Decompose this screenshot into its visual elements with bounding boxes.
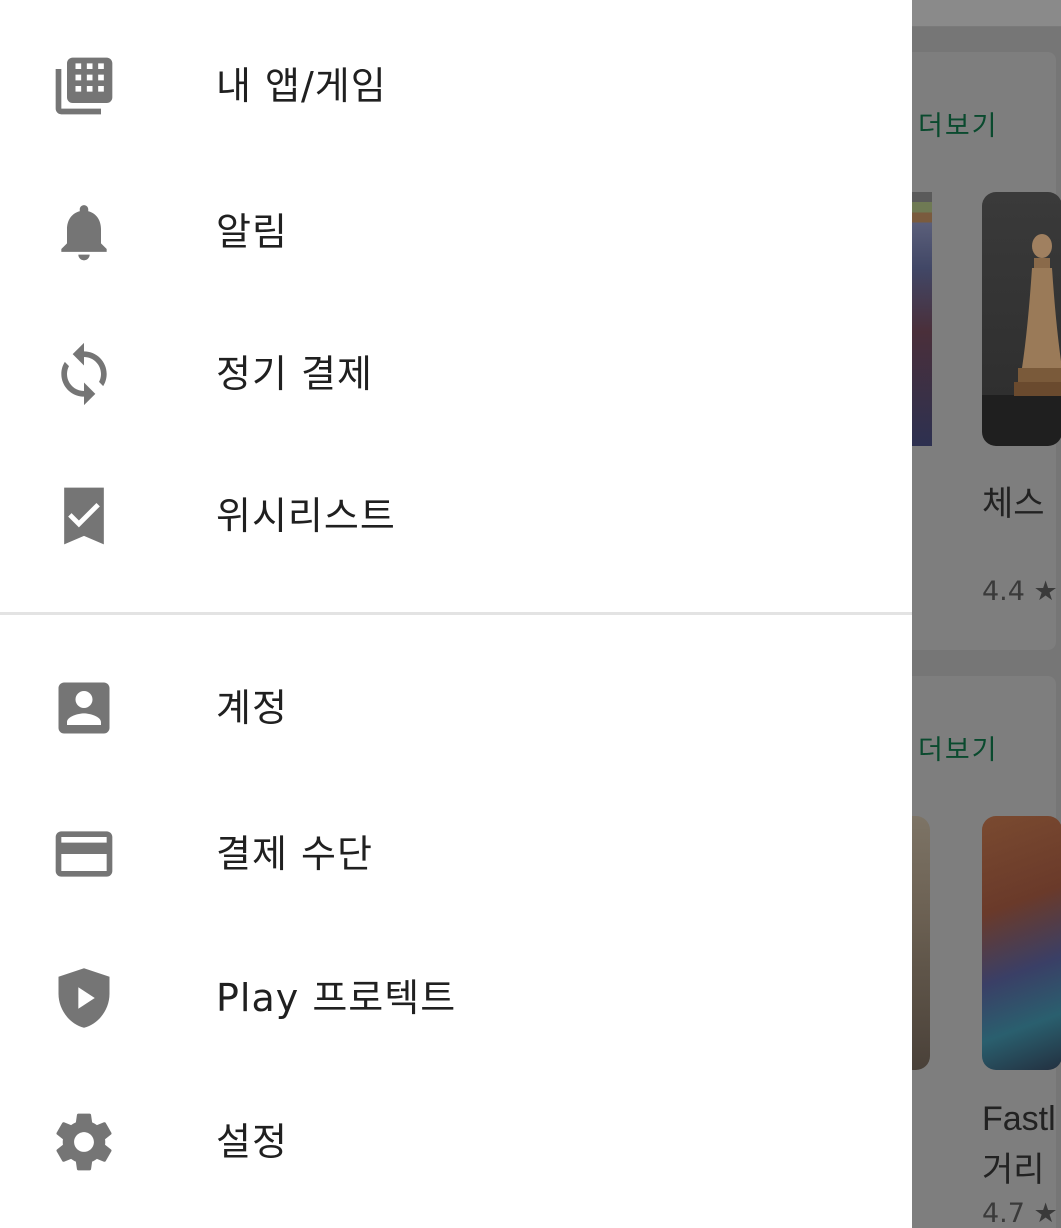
- bell-icon: [50, 198, 118, 266]
- credit-card-icon: [50, 820, 118, 888]
- menu-item-subscriptions[interactable]: 정기 결제: [0, 314, 912, 434]
- app-title-2[interactable]: Fastl: [982, 1100, 1056, 1139]
- app-rating-1: 4.4 ★: [982, 576, 1058, 607]
- menu-label-payment-methods: 결제 수단: [216, 832, 373, 876]
- shield-play-icon: [50, 964, 118, 1032]
- menu-item-account[interactable]: 계정: [0, 648, 912, 768]
- bookmark-check-icon: [50, 482, 118, 550]
- screen: 더보기 체스 4.4 ★ 더보기 Fastl 거리 4.7 ★ 내 앱/게임 알…: [0, 0, 1061, 1228]
- chess-app-thumbnail[interactable]: [982, 192, 1061, 446]
- menu-label-wishlist: 위시리스트: [216, 494, 396, 538]
- my-apps-icon: [50, 52, 118, 120]
- star-icon: ★: [1033, 576, 1058, 607]
- app-thumbnail-partial-1[interactable]: [912, 192, 932, 446]
- menu-item-play-protect[interactable]: Play 프로텍트: [0, 938, 912, 1058]
- gear-icon: [50, 1108, 118, 1176]
- menu-divider: [0, 612, 912, 615]
- star-icon: ★: [1033, 1198, 1058, 1228]
- more-link-1[interactable]: 더보기: [918, 104, 999, 143]
- chess-piece-image: [1014, 234, 1061, 396]
- app-thumbnail-partial-2[interactable]: [912, 816, 930, 1070]
- background-top-bar: [912, 0, 1061, 27]
- menu-item-notifications[interactable]: 알림: [0, 172, 912, 292]
- menu-label-account: 계정: [216, 686, 288, 730]
- sync-icon: [50, 340, 118, 408]
- menu-item-settings[interactable]: 설정: [0, 1082, 912, 1202]
- app-title-1[interactable]: 체스: [982, 476, 1045, 525]
- account-box-icon: [50, 674, 118, 742]
- app-rating-2: 4.7 ★: [982, 1198, 1058, 1228]
- racing-app-thumbnail[interactable]: [982, 816, 1061, 1070]
- menu-item-payment-methods[interactable]: 결제 수단: [0, 794, 912, 914]
- menu-label-my-apps: 내 앱/게임: [216, 64, 387, 108]
- more-link-2[interactable]: 더보기: [918, 728, 999, 767]
- navigation-drawer: 내 앱/게임 알림 정기 결제 위시리스트 계정 결제 수단 Play 프로텍트…: [0, 0, 912, 1228]
- menu-label-subscriptions: 정기 결제: [216, 352, 373, 396]
- background-scrim-content[interactable]: 더보기 체스 4.4 ★ 더보기 Fastl 거리 4.7 ★: [912, 0, 1061, 1228]
- menu-item-wishlist[interactable]: 위시리스트: [0, 456, 912, 576]
- app-title-2-line2[interactable]: 거리: [982, 1142, 1045, 1191]
- menu-item-my-apps[interactable]: 내 앱/게임: [0, 26, 912, 146]
- menu-label-play-protect: Play 프로텍트: [216, 976, 457, 1020]
- menu-label-settings: 설정: [216, 1120, 288, 1164]
- menu-label-notifications: 알림: [216, 210, 288, 254]
